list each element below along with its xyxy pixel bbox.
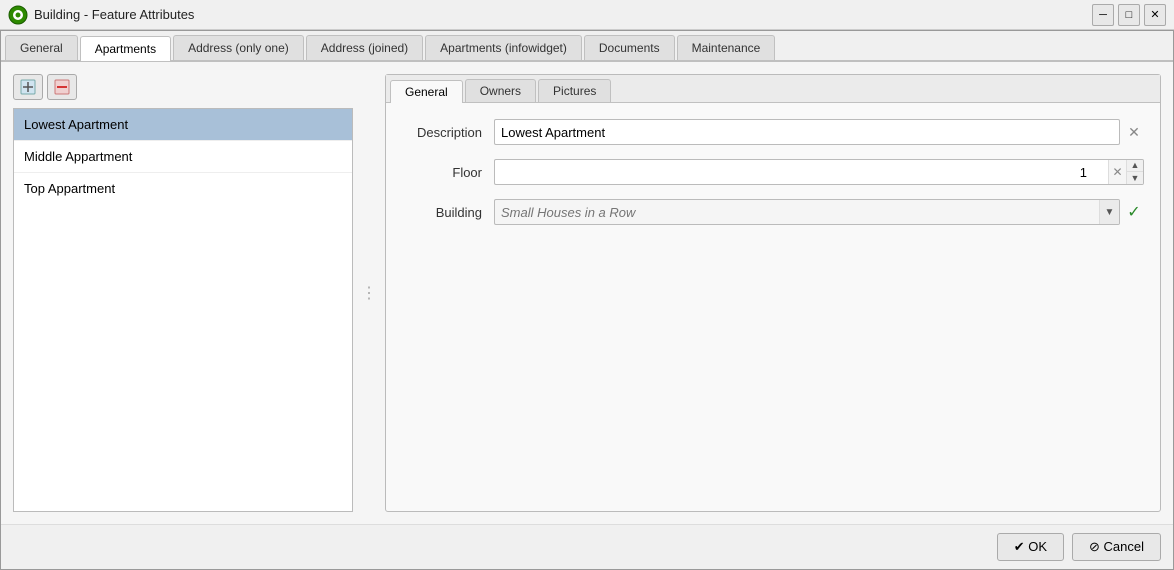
- inner-tab-general[interactable]: General: [390, 80, 463, 103]
- floor-input-wrap: ✕ ▲ ▼: [494, 159, 1144, 185]
- floor-spinners: ▲ ▼: [1126, 159, 1143, 185]
- building-label: Building: [402, 205, 482, 220]
- tab-general[interactable]: General: [5, 35, 78, 60]
- delete-record-button[interactable]: [47, 74, 77, 100]
- building-dropdown-button[interactable]: ▼: [1099, 200, 1119, 224]
- building-select-wrap: ▼: [494, 199, 1120, 225]
- close-button[interactable]: ✕: [1144, 4, 1166, 26]
- tab-address-joined[interactable]: Address (joined): [306, 35, 423, 60]
- left-panel: Lowest Apartment Middle Appartment Top A…: [13, 74, 353, 512]
- description-row: Description ✕: [402, 119, 1144, 145]
- right-panel: General Owners Pictures Description ✕ Fl…: [385, 74, 1161, 512]
- description-field: ✕: [494, 119, 1144, 145]
- floor-down-button[interactable]: ▼: [1127, 172, 1143, 185]
- building-row: Building ▼ ✓: [402, 199, 1144, 225]
- list-item[interactable]: Middle Appartment: [14, 141, 352, 173]
- inner-tab-pictures[interactable]: Pictures: [538, 79, 611, 102]
- dialog: General Apartments Address (only one) Ad…: [0, 30, 1174, 570]
- building-confirm-button[interactable]: ✓: [1124, 202, 1144, 222]
- tab-maintenance[interactable]: Maintenance: [677, 35, 776, 60]
- tab-bar: General Apartments Address (only one) Ad…: [1, 31, 1173, 62]
- description-label: Description: [402, 125, 482, 140]
- list-item[interactable]: Top Appartment: [14, 173, 352, 204]
- floor-field: ✕ ▲ ▼: [494, 159, 1144, 185]
- tab-apartments[interactable]: Apartments: [80, 36, 171, 61]
- floor-label: Floor: [402, 165, 482, 180]
- floor-input[interactable]: [495, 165, 1108, 180]
- title-bar: Building - Feature Attributes ─ □ ✕: [0, 0, 1174, 30]
- list-toolbar: [13, 74, 353, 100]
- tab-address-only-one[interactable]: Address (only one): [173, 35, 304, 60]
- description-clear-button[interactable]: ✕: [1124, 122, 1144, 142]
- cancel-button[interactable]: ⊘ Cancel: [1072, 533, 1161, 561]
- drag-handle[interactable]: ⋮: [365, 74, 373, 512]
- building-field: ▼ ✓: [494, 199, 1144, 225]
- list-item[interactable]: Lowest Apartment: [14, 109, 352, 141]
- floor-row: Floor ✕ ▲ ▼: [402, 159, 1144, 185]
- apartments-list: Lowest Apartment Middle Appartment Top A…: [13, 108, 353, 512]
- form-area: Description ✕ Floor ✕ ▲: [386, 103, 1160, 511]
- floor-up-button[interactable]: ▲: [1127, 159, 1143, 172]
- content-area: Lowest Apartment Middle Appartment Top A…: [1, 62, 1173, 524]
- minimize-button[interactable]: ─: [1092, 4, 1114, 26]
- add-record-button[interactable]: [13, 74, 43, 100]
- window-title: Building - Feature Attributes: [34, 7, 194, 22]
- ok-button[interactable]: ✔ OK: [997, 533, 1064, 561]
- footer: ✔ OK ⊘ Cancel: [1, 524, 1173, 569]
- description-input[interactable]: [494, 119, 1120, 145]
- building-input[interactable]: [495, 205, 1099, 220]
- tab-apartments-infowidget[interactable]: Apartments (infowidget): [425, 35, 582, 60]
- floor-clear-button[interactable]: ✕: [1108, 160, 1126, 184]
- tab-documents[interactable]: Documents: [584, 35, 675, 60]
- window-controls: ─ □ ✕: [1092, 4, 1166, 26]
- qgis-logo: [8, 5, 28, 25]
- inner-tab-bar: General Owners Pictures: [386, 75, 1160, 103]
- inner-tab-owners[interactable]: Owners: [465, 79, 536, 102]
- title-bar-left: Building - Feature Attributes: [8, 5, 194, 25]
- maximize-button[interactable]: □: [1118, 4, 1140, 26]
